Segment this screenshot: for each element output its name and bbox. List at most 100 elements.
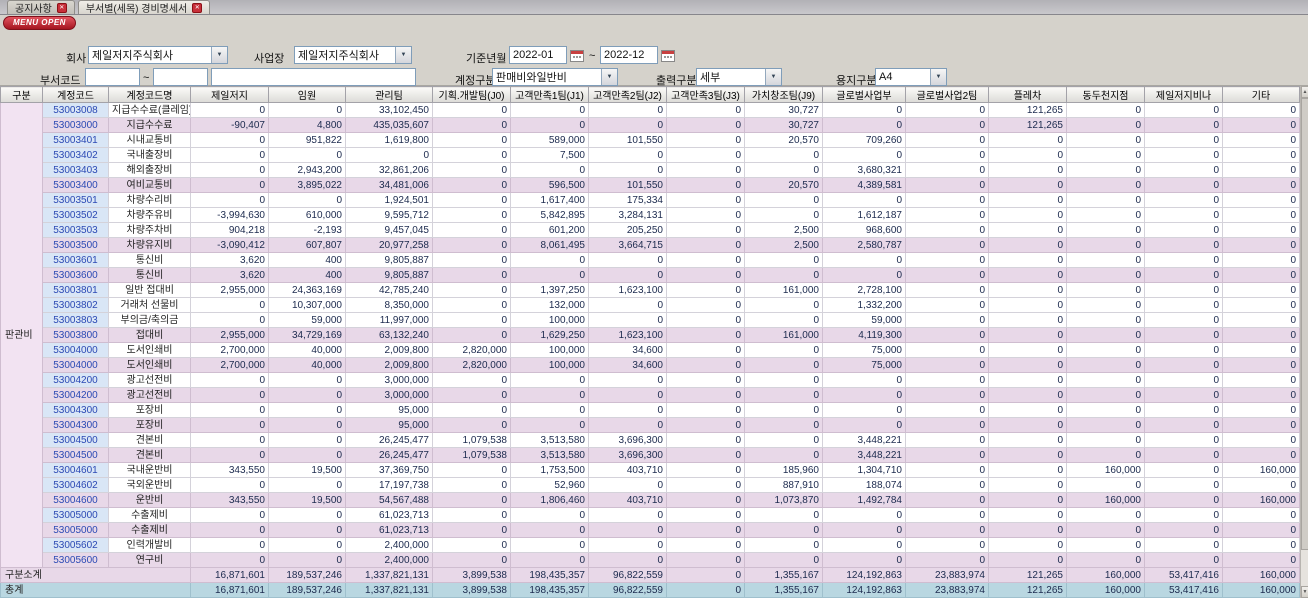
amount-cell[interactable]: 0 [744,267,823,283]
amount-cell[interactable]: 0 [1066,537,1145,553]
amount-cell[interactable]: 0 [1222,132,1300,148]
table-row[interactable]: 53004200 광고선전비 0 0 3,000,000 0 0 0 0 0 0 0 0 0 0 0 [1,372,1300,388]
amount-cell[interactable]: 0 [988,297,1067,313]
amount-cell[interactable]: 0 [510,387,589,403]
amount-cell[interactable]: 0 [588,267,667,283]
amount-cell[interactable]: 0 [744,147,823,163]
amount-cell[interactable]: 1,623,100 [588,327,667,343]
amount-cell[interactable]: 0 [1066,402,1145,418]
amount-cell[interactable]: 0 [905,297,989,313]
amount-cell[interactable]: 23,883,974 [905,582,989,598]
account-name-cell[interactable]: 차량주차비 [108,222,191,238]
amount-cell[interactable]: 0 [268,477,346,493]
account-code-cell[interactable]: 53003801 [42,282,109,298]
amount-cell[interactable]: 0 [988,282,1067,298]
amount-cell[interactable]: 0 [432,372,511,388]
amount-cell[interactable]: 0 [822,192,906,208]
amount-cell[interactable]: 0 [432,222,511,238]
amount-cell[interactable]: 0 [666,117,745,133]
amount-cell[interactable]: 0 [432,522,511,538]
amount-cell[interactable]: 0 [905,252,989,268]
amount-cell[interactable]: 0 [1066,387,1145,403]
table-row[interactable]: 53004300 포장비 0 0 95,000 0 0 0 0 0 0 0 0 0 0 0 [1,402,1300,418]
amount-cell[interactable]: 0 [988,177,1067,193]
amount-cell[interactable]: 0 [822,252,906,268]
table-row[interactable]: 53003403 해외출장비 0 2,943,200 32,861,206 0 0 0 0 0 3,… [1,162,1300,178]
amount-cell[interactable]: 0 [588,507,667,523]
amount-cell[interactable]: 0 [432,162,511,178]
amount-cell[interactable]: 0 [1144,237,1223,253]
amount-cell[interactable]: 0 [268,102,346,118]
amount-cell[interactable]: 0 [905,402,989,418]
amount-cell[interactable]: 0 [666,537,745,553]
amount-cell[interactable]: 10,307,000 [268,297,346,313]
amount-cell[interactable]: 0 [1222,372,1300,388]
amount-cell[interactable]: 0 [822,117,906,133]
amount-cell[interactable]: 0 [1222,432,1300,448]
account-name-cell[interactable]: 시내교통비 [108,132,191,148]
amount-cell[interactable]: 0 [666,177,745,193]
amount-cell[interactable]: 0 [905,147,989,163]
account-code-cell[interactable]: 53003403 [42,162,109,178]
tab-expense-report[interactable]: 부서별(세목) 경비명세서 ✕ [77,0,211,15]
amount-cell[interactable]: 2,580,787 [822,237,906,253]
amount-cell[interactable]: 0 [744,207,823,223]
amount-cell[interactable]: 0 [666,207,745,223]
amount-cell[interactable]: 0 [744,297,823,313]
amount-cell[interactable]: 0 [190,372,269,388]
amount-cell[interactable]: 0 [905,507,989,523]
amount-cell[interactable]: 0 [905,177,989,193]
amount-cell[interactable]: 0 [905,522,989,538]
account-name-cell[interactable]: 수출제비 [108,507,191,523]
amount-cell[interactable]: 0 [432,207,511,223]
amount-cell[interactable]: 0 [1066,267,1145,283]
column-header[interactable]: 기획.개발팀(J0) [432,86,511,103]
amount-cell[interactable]: -2,193 [268,222,346,238]
amount-cell[interactable]: 0 [666,552,745,568]
account-name-cell[interactable]: 포장비 [108,417,191,433]
amount-cell[interactable]: 1,623,100 [588,282,667,298]
account-code-cell[interactable]: 53004600 [42,492,109,508]
amount-cell[interactable]: -3,994,630 [190,207,269,223]
amount-cell[interactable]: 0 [1222,192,1300,208]
amount-cell[interactable]: 0 [822,537,906,553]
account-code-cell[interactable]: 53003803 [42,312,109,328]
account-name-cell[interactable]: 여비교통비 [108,177,191,193]
amount-cell[interactable]: 0 [1222,237,1300,253]
amount-cell[interactable]: 0 [588,477,667,493]
amount-cell[interactable]: 0 [905,477,989,493]
dept-code-from-input[interactable] [85,68,140,86]
account-code-cell[interactable]: 53003000 [42,117,109,133]
amount-cell[interactable]: 124,192,863 [822,582,906,598]
amount-cell[interactable]: 0 [1144,402,1223,418]
amount-cell[interactable]: 0 [1066,522,1145,538]
amount-cell[interactable]: 0 [1144,447,1223,463]
column-header[interactable]: 제일저지비나 [1144,86,1223,103]
amount-cell[interactable]: 3,000,000 [345,372,433,388]
amount-cell[interactable]: 30,727 [744,117,823,133]
amount-cell[interactable]: 904,218 [190,222,269,238]
amount-cell[interactable]: 596,500 [510,177,589,193]
amount-cell[interactable]: 42,785,240 [345,282,433,298]
scroll-down-icon[interactable]: ▼ [1301,586,1308,598]
amount-cell[interactable]: 0 [588,522,667,538]
account-name-cell[interactable]: 광고선전비 [108,372,191,388]
amount-cell[interactable]: 5,842,895 [510,207,589,223]
amount-cell[interactable]: 0 [905,192,989,208]
amount-cell[interactable]: 0 [666,192,745,208]
amount-cell[interactable]: 607,807 [268,237,346,253]
amount-cell[interactable]: 0 [1144,477,1223,493]
amount-cell[interactable]: 2,009,800 [345,342,433,358]
amount-cell[interactable]: 0 [1222,507,1300,523]
account-name-cell[interactable]: 국내출장비 [108,147,191,163]
amount-cell[interactable]: 0 [666,522,745,538]
amount-cell[interactable]: 0 [822,372,906,388]
amount-cell[interactable]: -90,407 [190,117,269,133]
table-row[interactable]: 53003502 차량주유비 -3,994,630 610,000 9,595,712 0… [1,207,1300,223]
amount-cell[interactable]: 0 [268,537,346,553]
amount-cell[interactable]: 0 [988,207,1067,223]
amount-cell[interactable]: 0 [905,447,989,463]
amount-cell[interactable]: 0 [905,312,989,328]
amount-cell[interactable]: 61,023,713 [345,522,433,538]
amount-cell[interactable]: 0 [1222,102,1300,118]
